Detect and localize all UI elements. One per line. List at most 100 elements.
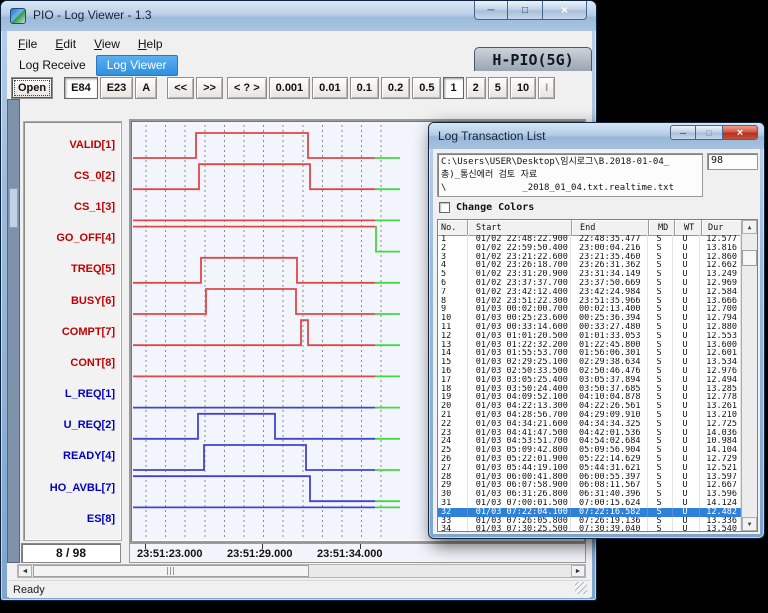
toolbar-button-5[interactable]: 5 [488,77,508,99]
dialog-maximize-button[interactable]: □ [696,125,722,140]
table-cell: 03:05:37.894 [571,376,647,385]
table-row[interactable]: 1301/03 01:22:32.20001:22:45.800SU13.600 [438,341,741,350]
table-row[interactable]: 1501/03 02:29:25.10002:29:38.634SU13.534 [438,358,741,367]
tab-log-viewer[interactable]: Log Viewer [96,55,178,76]
table-cell: S [648,437,674,446]
toolbar-button-01[interactable]: 0.1 [350,77,379,99]
close-button[interactable]: × [542,1,587,20]
column-header-dur[interactable]: Dur [702,220,743,235]
table-cell: 27 [438,464,468,473]
table-row[interactable]: 2501/03 05:09:42.80005:09:56.904SU14.104 [438,446,741,455]
column-header-md[interactable]: MD [649,220,675,235]
table-cell: S [648,455,674,464]
toolbar-button-05[interactable]: 0.5 [412,77,441,99]
toolbar-button-e84[interactable]: E84 [64,77,98,99]
table-row[interactable]: 3301/03 07:26:05.80007:26:19.136SU13.336 [438,517,741,526]
signal-label: VALID[1] [24,129,121,160]
maximize-button[interactable]: □ [508,1,542,20]
table-cell: 7 [438,288,468,297]
table-row[interactable]: 2001/03 04:22:13.30004:22:26.561SU13.261 [438,402,741,411]
table-row[interactable]: 101/02 22:48:22.90022:48:35.477SU12.577 [438,235,741,244]
scroll-down-arrow-icon[interactable]: ▼ [742,517,757,531]
table-row[interactable]: 2901/03 06:07:58.90006:08:11.567SU12.667 [438,481,741,490]
waveform-trace [133,164,375,189]
resize-grip[interactable] [575,582,587,594]
toolbar-button-001[interactable]: 0.01 [312,77,347,99]
scroll-left-arrow-icon[interactable]: ◄ [18,565,32,577]
menu-item-file[interactable]: File [9,35,46,53]
table-cell: 22:48:35.477 [571,235,647,244]
table-row[interactable]: 1701/03 03:05:25.40003:05:37.894SU12.494 [438,376,741,385]
table-cell: S [648,420,674,429]
table-cell: S [648,446,674,455]
vertical-scrollbar-thumb[interactable] [9,188,18,228]
horizontal-scrollbar-thumb[interactable] [33,565,309,577]
menu-item-view[interactable]: View [85,35,129,53]
table-row[interactable]: 1401/03 01:55:53.70001:56:06.301SU12.601 [438,349,741,358]
table-row[interactable]: 3401/03 07:30:25.50007:30:39.040SU13.540 [438,525,741,531]
table-row[interactable]: 2701/03 05:44:19.10005:44:31.621SU12.521 [438,464,741,473]
desktop: PIO - Log Viewer - 1.3 ─ □ × FileEditVie… [0,0,768,613]
scroll-up-arrow-icon[interactable]: ▲ [742,220,757,234]
table-row[interactable]: 201/02 22:59:50.40023:00:04.216SU13.816 [438,244,741,253]
table-row[interactable]: 2601/03 05:22:01.90005:22:14.629SU12.729 [438,455,741,464]
table-row[interactable]: 2401/03 04:53:51.70004:54:02.684SU10.984 [438,437,741,446]
toolbar-button-open[interactable]: Open [11,77,53,99]
table-row[interactable]: 301/02 23:21:22.60023:21:35.460SU12.860 [438,253,741,262]
toolbar-button-[interactable]: << [167,77,194,99]
table-cell: 15 [438,358,468,367]
column-header-end[interactable]: End [572,220,649,235]
column-header-start[interactable]: Start [468,220,572,235]
table-row[interactable]: 601/02 23:37:37.70023:37:50.669SU12.969 [438,279,741,288]
table-cell: 12.662 [700,261,741,270]
table-row[interactable]: 2201/03 04:34:21.60004:34:34.325SU12.725 [438,420,741,429]
table-row[interactable]: 2101/03 04:28:56.70004:29:09.910SU13.210 [438,411,741,420]
table-row[interactable]: 1201/03 01:01:20.50001:01:33.053SU12.553 [438,332,741,341]
table-cell: 25 [438,446,468,455]
table-row[interactable]: 901/03 00:02:00.70000:02:13.400SU12.700 [438,305,741,314]
toolbar-button-10[interactable]: 10 [510,77,536,99]
table-row[interactable]: 2301/03 04:41:47.50004:42:01.536SU14.036 [438,429,741,438]
table-row[interactable]: 1601/03 02:50:33.50002:50:46.476SU12.976 [438,367,741,376]
table-cell: 11 [438,323,468,332]
toolbar-button-a[interactable]: A [135,77,157,99]
toolbar-button-i[interactable]: I [538,77,555,99]
scroll-right-arrow-icon[interactable]: ► [571,565,585,577]
table-row[interactable]: 1101/03 00:33:14.60000:33:27.480SU12.880 [438,323,741,332]
minimize-button[interactable]: ─ [474,1,508,20]
table-row[interactable]: 801/02 23:51:22.30023:51:35.966SU13.666 [438,297,741,306]
column-header-wt[interactable]: WT [675,220,702,235]
table-cell: 01/03 00:25:23.600 [468,314,571,323]
table-row[interactable]: 3201/03 07:22:04.10007:22:16.582SU12.482 [438,508,741,517]
change-colors-checkbox[interactable] [439,202,450,213]
table-row[interactable]: 701/02 23:42:12.40023:42:24.984SU12.584 [438,288,741,297]
table-row[interactable]: 3101/03 07:00:01.50007:00:15.624SU14.124 [438,499,741,508]
toolbar-button-02[interactable]: 0.2 [381,77,410,99]
tab-log-receive[interactable]: Log Receive [9,56,96,75]
table-row[interactable]: 401/02 23:26:18.70023:26:31.362SU12.662 [438,261,741,270]
table-scrollbar[interactable]: ▲ ▼ [741,220,757,531]
table-row[interactable]: 501/02 23:31:20.90023:31:34.149SU13.249 [438,270,741,279]
toolbar-button-1[interactable]: 1 [443,77,463,99]
dialog-minimize-button[interactable]: ─ [670,125,696,140]
table-row[interactable]: 3001/03 06:31:26.80006:31:40.396SU13.596 [438,490,741,499]
toolbar-button-2[interactable]: 2 [466,77,486,99]
dialog-close-button[interactable]: × [722,125,758,140]
window-title: PIO - Log Viewer - 1.3 [33,8,152,22]
table-row[interactable]: 1801/03 03:50:24.40003:50:37.685SU13.285 [438,385,741,394]
toolbar-button-0001[interactable]: 0.001 [269,77,311,99]
vertical-scrollbar[interactable] [7,99,20,563]
menu-item-help[interactable]: Help [129,35,172,53]
toolbar-button-[interactable]: >> [196,77,223,99]
table-row[interactable]: 1901/03 04:09:52.10004:10:04.878SU12.778 [438,393,741,402]
timeline-label: 23:51:34.000 [317,548,382,560]
column-header-no[interactable]: No. [438,220,468,235]
table-row[interactable]: 1001/03 00:25:23.60000:25:36.394SU12.794 [438,314,741,323]
table-cell: U [673,367,700,376]
table-row[interactable]: 2801/03 06:00:41.80006:00:55.397SU13.597 [438,473,741,482]
horizontal-scrollbar[interactable]: ◄ ► [17,564,586,578]
toolbar-button-e23[interactable]: E23 [100,77,134,99]
toolbar-button-[interactable]: < ? > [227,77,267,99]
menu-item-edit[interactable]: Edit [46,35,85,53]
table-scrollbar-thumb[interactable] [742,250,757,266]
